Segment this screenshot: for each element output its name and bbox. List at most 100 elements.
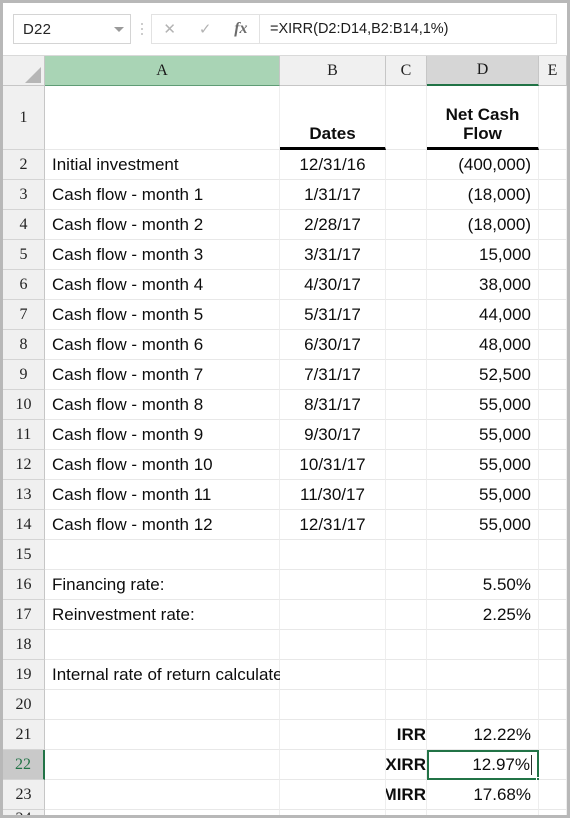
cell-c1[interactable] (386, 86, 427, 150)
row-header-17[interactable]: 17 (3, 600, 45, 630)
cell-b2[interactable]: 12/31/16 (280, 150, 386, 180)
cell-c18[interactable] (386, 630, 427, 660)
cell-e19[interactable] (539, 660, 567, 690)
cell-d15[interactable] (427, 540, 539, 570)
cell-c24[interactable] (386, 810, 427, 815)
cell-a23[interactable] (45, 780, 280, 810)
cell-e21[interactable] (539, 720, 567, 750)
cell-a16-financing-label[interactable]: Financing rate: (45, 570, 280, 600)
cell-e16[interactable] (539, 570, 567, 600)
cell-e18[interactable] (539, 630, 567, 660)
cell-d9[interactable]: 52,500 (427, 360, 539, 390)
cell-e13[interactable] (539, 480, 567, 510)
column-header-b[interactable]: B (280, 56, 386, 86)
cell-c13[interactable] (386, 480, 427, 510)
row-header-22[interactable]: 22 (3, 750, 45, 780)
cell-c22-label[interactable]: XIRR (386, 750, 427, 780)
name-box[interactable]: D22 (13, 14, 131, 44)
cell-c10[interactable] (386, 390, 427, 420)
cell-e17[interactable] (539, 600, 567, 630)
cell-d2[interactable]: (400,000) (427, 150, 539, 180)
cell-b15[interactable] (280, 540, 386, 570)
cell-d11[interactable]: 55,000 (427, 420, 539, 450)
cell-e3[interactable] (539, 180, 567, 210)
cell-e4[interactable] (539, 210, 567, 240)
row-header-19[interactable]: 19 (3, 660, 45, 690)
row-header-5[interactable]: 5 (3, 240, 45, 270)
row-header-6[interactable]: 6 (3, 270, 45, 300)
row-header-2[interactable]: 2 (3, 150, 45, 180)
cell-b21[interactable] (280, 720, 386, 750)
row-header-16[interactable]: 16 (3, 570, 45, 600)
cell-a19-section-note[interactable]: Internal rate of return calculated using… (45, 660, 342, 690)
cell-c15[interactable] (386, 540, 427, 570)
cell-d10[interactable]: 55,000 (427, 390, 539, 420)
cell-d16-financing-value[interactable]: 5.50% (427, 570, 539, 600)
cell-e6[interactable] (539, 270, 567, 300)
cell-a10[interactable]: Cash flow - month 8 (45, 390, 280, 420)
row-header-20[interactable]: 20 (3, 690, 45, 720)
row-header-23[interactable]: 23 (3, 780, 45, 810)
cell-a8[interactable]: Cash flow - month 6 (45, 330, 280, 360)
cell-a11[interactable]: Cash flow - month 9 (45, 420, 280, 450)
cell-c6[interactable] (386, 270, 427, 300)
cell-a3[interactable]: Cash flow - month 1 (45, 180, 280, 210)
cell-a5[interactable]: Cash flow - month 3 (45, 240, 280, 270)
cell-e23[interactable] (539, 780, 567, 810)
cell-d18[interactable] (427, 630, 539, 660)
cell-d1-net-cash-flow-header[interactable]: Net Cash Flow (427, 86, 539, 150)
select-all-corner[interactable] (3, 56, 45, 86)
cell-e8[interactable] (539, 330, 567, 360)
formula-input[interactable]: =XIRR(D2:D14,B2:B14,1%) (260, 14, 557, 44)
cell-e5[interactable] (539, 240, 567, 270)
cell-e15[interactable] (539, 540, 567, 570)
cell-c8[interactable] (386, 330, 427, 360)
row-header-18[interactable]: 18 (3, 630, 45, 660)
row-header-21[interactable]: 21 (3, 720, 45, 750)
cell-d22-value[interactable]: 12.97% (427, 750, 539, 780)
cell-a15[interactable] (45, 540, 280, 570)
row-header-4[interactable]: 4 (3, 210, 45, 240)
cell-a22[interactable] (45, 750, 280, 780)
cell-d13[interactable]: 55,000 (427, 480, 539, 510)
row-header-13[interactable]: 13 (3, 480, 45, 510)
cell-b16[interactable] (280, 570, 386, 600)
column-header-d[interactable]: D (427, 56, 539, 86)
cell-c19[interactable] (386, 660, 427, 690)
cell-c4[interactable] (386, 210, 427, 240)
cell-d6[interactable]: 38,000 (427, 270, 539, 300)
cell-d23-value[interactable]: 17.68% (427, 780, 539, 810)
cell-c5[interactable] (386, 240, 427, 270)
cell-b19[interactable] (280, 660, 386, 690)
cell-a21[interactable] (45, 720, 280, 750)
cell-e24[interactable] (539, 810, 567, 815)
cell-d19[interactable] (427, 660, 539, 690)
row-header-14[interactable]: 14 (3, 510, 45, 540)
cell-b23[interactable] (280, 780, 386, 810)
cell-e2[interactable] (539, 150, 567, 180)
cell-d21-value[interactable]: 12.22% (427, 720, 539, 750)
cell-a13[interactable]: Cash flow - month 11 (45, 480, 280, 510)
cell-e7[interactable] (539, 300, 567, 330)
cell-b8[interactable]: 6/30/17 (280, 330, 386, 360)
cell-c11[interactable] (386, 420, 427, 450)
cell-c9[interactable] (386, 360, 427, 390)
cell-b18[interactable] (280, 630, 386, 660)
cell-c3[interactable] (386, 180, 427, 210)
cell-c16[interactable] (386, 570, 427, 600)
cell-c23-label[interactable]: MIRR (386, 780, 427, 810)
cell-b20[interactable] (280, 690, 386, 720)
cell-c2[interactable] (386, 150, 427, 180)
cell-c7[interactable] (386, 300, 427, 330)
cell-a20[interactable] (45, 690, 280, 720)
cell-d12[interactable]: 55,000 (427, 450, 539, 480)
cell-d7[interactable]: 44,000 (427, 300, 539, 330)
row-header-9[interactable]: 9 (3, 360, 45, 390)
cell-d3[interactable]: (18,000) (427, 180, 539, 210)
cell-b1-dates-header[interactable]: Dates (280, 86, 386, 150)
cell-d4[interactable]: (18,000) (427, 210, 539, 240)
cell-a1[interactable] (45, 86, 280, 150)
column-header-e[interactable]: E (539, 56, 567, 86)
cell-e10[interactable] (539, 390, 567, 420)
cell-c14[interactable] (386, 510, 427, 540)
